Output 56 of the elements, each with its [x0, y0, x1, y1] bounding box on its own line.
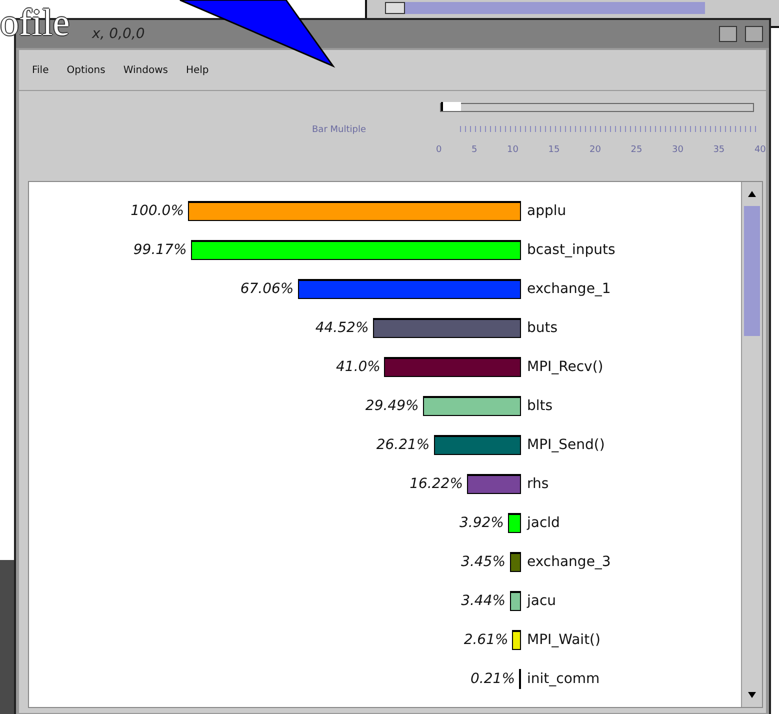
function-name: exchange_1	[527, 281, 611, 297]
scale-label: Bar Multiple	[312, 125, 366, 135]
scroll-left-button[interactable]	[385, 2, 405, 14]
function-name: blts	[527, 398, 553, 414]
function-name: bcast_inputs	[527, 242, 616, 258]
percent-label: 100.0%	[130, 203, 184, 219]
bar[interactable]	[510, 552, 521, 572]
tick-label: 0	[436, 145, 442, 155]
function-name: exchange_3	[527, 554, 611, 570]
bar[interactable]	[190, 240, 521, 260]
tick-label: 10	[507, 145, 518, 155]
bar[interactable]	[512, 630, 521, 650]
tick-label: 40	[754, 145, 766, 155]
bar[interactable]	[508, 513, 521, 533]
tick-label: 5	[472, 145, 478, 155]
function-name: jacld	[527, 515, 560, 531]
percent-label: 16.22%	[410, 476, 463, 492]
function-name: jacu	[527, 593, 556, 609]
maximize-button[interactable]	[745, 26, 763, 42]
bar[interactable]	[422, 396, 521, 416]
minimize-button[interactable]	[719, 26, 737, 42]
tick-label: 30	[672, 145, 684, 155]
menu-item[interactable]: Windows	[123, 64, 168, 76]
percent-label: 26.21%	[376, 437, 430, 453]
percent-label: 0.21%	[470, 671, 515, 687]
bar[interactable]	[510, 591, 521, 611]
bar[interactable]	[188, 201, 521, 221]
scale-slider[interactable]	[440, 103, 754, 112]
scrollbar-thumb[interactable]	[405, 2, 705, 14]
percent-label: 41.0%	[336, 359, 380, 375]
function-name: init_comm	[527, 671, 600, 687]
percent-label: 29.49%	[365, 398, 419, 414]
percent-label: 67.06%	[240, 281, 294, 297]
menu-item[interactable]: Options	[66, 64, 106, 76]
function-name: MPI_Wait()	[527, 632, 600, 648]
menu-item[interactable]: Help	[186, 64, 209, 76]
function-name: buts	[527, 320, 558, 336]
function-name: rhs	[527, 476, 549, 492]
tick-label: 15	[548, 145, 560, 155]
window-title: x, 0,0,0	[92, 26, 146, 42]
percent-label: 3.92%	[459, 515, 504, 531]
percent-label: 3.44%	[461, 593, 506, 609]
tick-label: 25	[630, 145, 642, 155]
scrollbar-thumb[interactable]	[744, 206, 760, 336]
menu-item[interactable]: File	[32, 64, 49, 76]
percent-label: 3.45%	[461, 554, 506, 570]
percent-label: 44.52%	[315, 320, 369, 336]
percent-label: 99.17%	[133, 242, 187, 258]
tick-label: 20	[590, 145, 601, 155]
tick-label: 35	[713, 145, 725, 155]
function-name: applu	[527, 203, 566, 219]
percent-label: 2.61%	[464, 632, 508, 648]
scrollbar[interactable]	[741, 182, 762, 707]
slider-thumb[interactable]	[441, 102, 461, 111]
function-name: MPI_Send()	[527, 437, 605, 453]
function-name: MPI_Recv()	[527, 359, 604, 375]
